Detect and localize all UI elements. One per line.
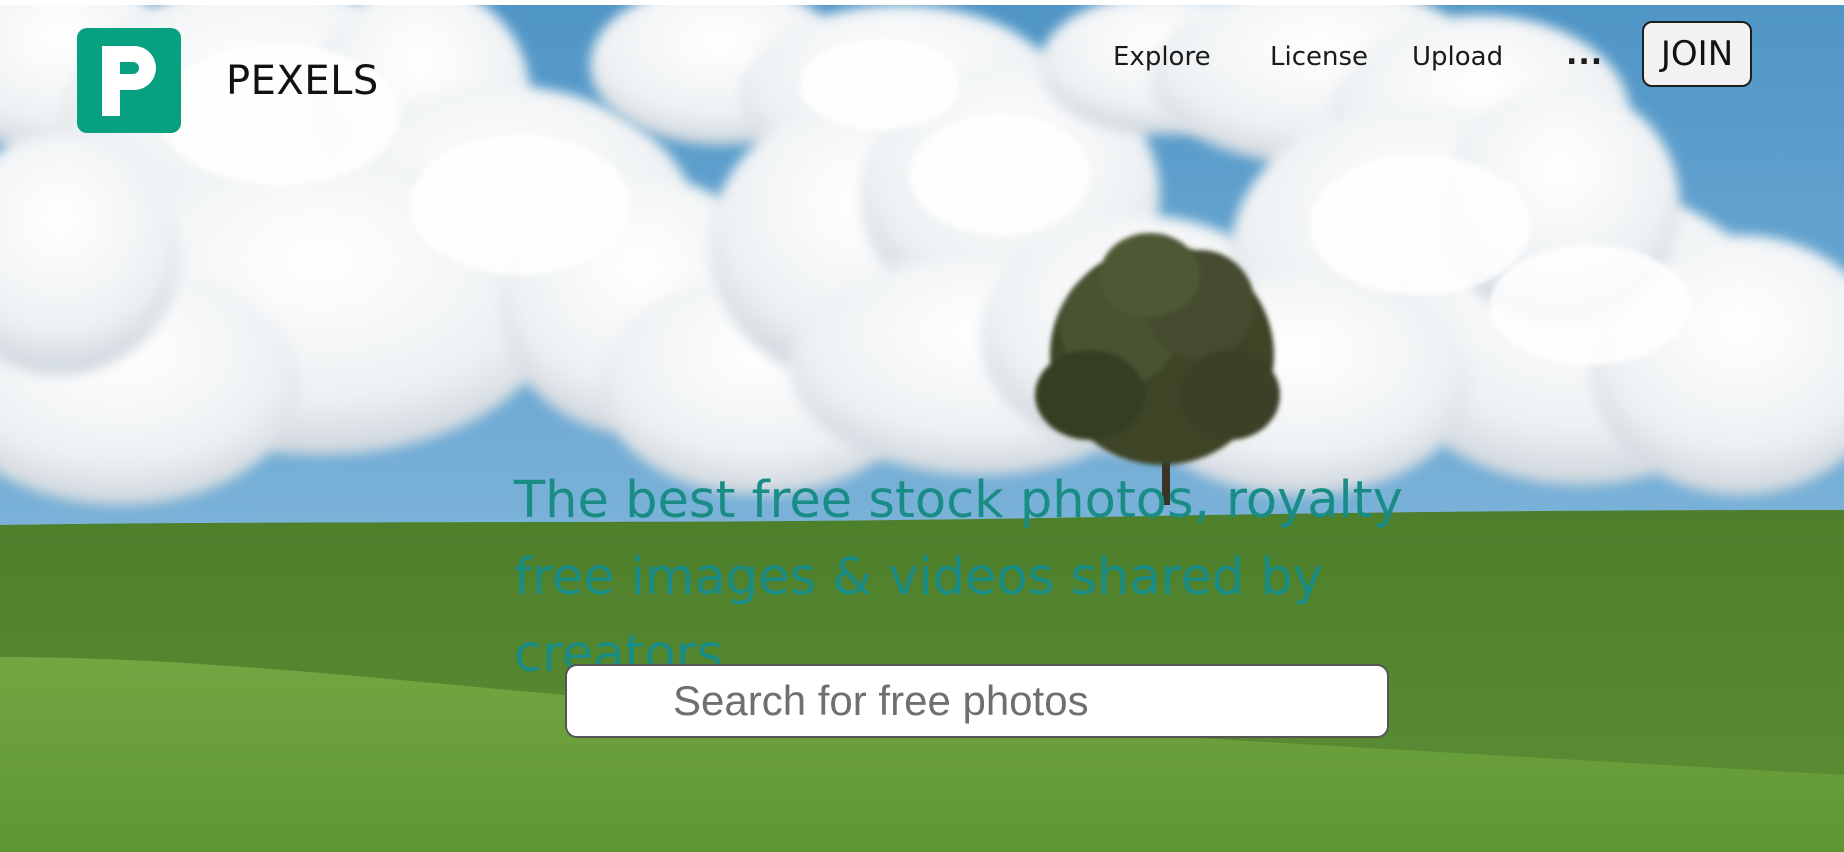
- nav-license[interactable]: License: [1270, 40, 1368, 74]
- pexels-logo[interactable]: [77, 28, 181, 133]
- search-input[interactable]: [673, 674, 1363, 728]
- nav-upload[interactable]: Upload: [1412, 40, 1503, 74]
- search-bar[interactable]: [565, 664, 1389, 738]
- pexels-p-logo-icon: [102, 45, 156, 116]
- brand-name[interactable]: PEXELS: [226, 58, 379, 104]
- pexels-home-page: PEXELS Explore License Upload ... JOIN T…: [0, 0, 1844, 852]
- more-menu-button[interactable]: ...: [1566, 38, 1603, 72]
- hero-headline: The best free stock photos, royalty free…: [514, 471, 1403, 684]
- join-button[interactable]: JOIN: [1642, 21, 1752, 87]
- nav-explore[interactable]: Explore: [1113, 40, 1211, 74]
